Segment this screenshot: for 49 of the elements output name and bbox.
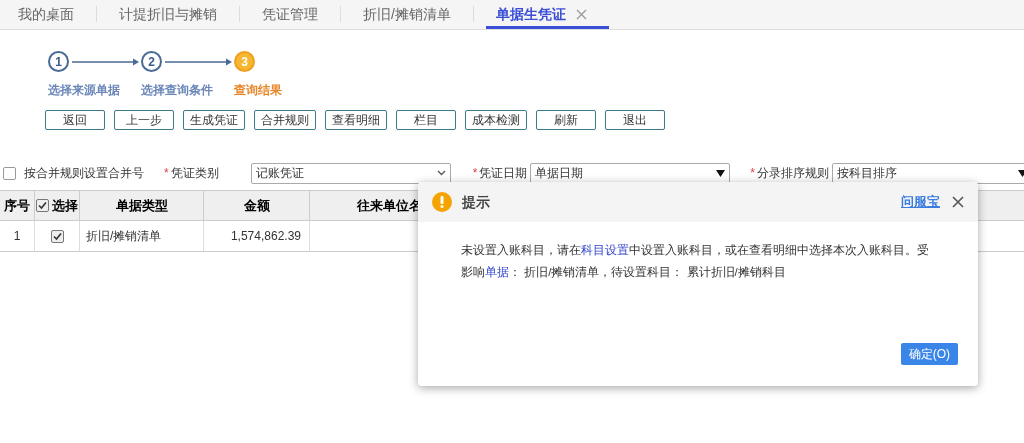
- required-mark: *: [164, 165, 169, 182]
- checkbox-label: 按合并规则设置合并号: [24, 165, 144, 182]
- tab[interactable]: 我的桌面: [8, 0, 96, 29]
- required-mark: *: [472, 165, 478, 182]
- tab[interactable]: 凭证管理: [252, 0, 340, 29]
- toolbar-button[interactable]: 上一步: [114, 110, 174, 130]
- select-field[interactable]: 按科目排序: [832, 162, 1024, 184]
- table-cell: 折旧/摊销清单: [80, 221, 204, 251]
- required-mark: *: [750, 165, 755, 182]
- field-label: 凭证日期: [479, 165, 528, 182]
- help-link[interactable]: 问服宝: [901, 192, 940, 212]
- field-label: 分录排序规则: [757, 165, 829, 182]
- toolbar-button[interactable]: 刷新: [536, 110, 596, 130]
- warning-icon: [432, 192, 452, 212]
- arrow-icon: [163, 57, 233, 66]
- step-label: 选择来源单据: [48, 82, 120, 99]
- dialog-message: 未设置入账科目，请在科目设置中设置入账科目，或在查看明细中选择本次入账科目。受影响单据： 折旧/摊销清单，待设置科目： 累计折旧/摊销科目: [461, 243, 930, 280]
- tab[interactable]: 单据生凭证: [485, 0, 609, 29]
- confirm-button[interactable]: 确定(O): [900, 343, 958, 365]
- table-cell: 1,574,862.39: [204, 221, 310, 251]
- close-icon[interactable]: [952, 196, 964, 208]
- toolbar-button[interactable]: 生成凭证: [183, 110, 245, 130]
- column-header: 序号: [0, 191, 35, 220]
- field-label: 凭证类别: [170, 165, 219, 182]
- toolbar-button[interactable]: 合并规则: [254, 110, 316, 130]
- triangle-down-icon: [716, 169, 726, 177]
- table-cell: 1: [0, 221, 35, 251]
- tab[interactable]: 折旧/摊销清单: [353, 0, 473, 29]
- message-link[interactable]: 科目设置: [581, 244, 629, 256]
- tab[interactable]: 计提折旧与摊销: [109, 0, 239, 29]
- step-label: 查询结果: [234, 82, 282, 99]
- column-header: 单据类型: [80, 191, 204, 220]
- step-label: 选择查询条件: [141, 82, 213, 99]
- toolbar-button[interactable]: 返回: [45, 110, 105, 130]
- column-header: 选择: [35, 191, 80, 220]
- checkbox[interactable]: [3, 166, 16, 180]
- toolbar-button[interactable]: 查看明细: [325, 110, 387, 130]
- select-all-checkbox[interactable]: [36, 199, 49, 212]
- triangle-down-icon: [1018, 169, 1024, 177]
- message-link[interactable]: 单据: [485, 266, 509, 278]
- row-checkbox[interactable]: [50, 229, 64, 243]
- select-field[interactable]: 单据日期: [530, 162, 731, 184]
- toolbar-button[interactable]: 退出: [605, 110, 665, 130]
- chevron-down-icon: [436, 170, 446, 176]
- select-field[interactable]: 记账凭证: [250, 162, 451, 184]
- toolbar-button[interactable]: 成本检测: [465, 110, 527, 130]
- arrow-icon: [70, 57, 140, 66]
- column-header: 金额: [204, 191, 310, 220]
- toolbar-button[interactable]: 栏目: [396, 110, 456, 130]
